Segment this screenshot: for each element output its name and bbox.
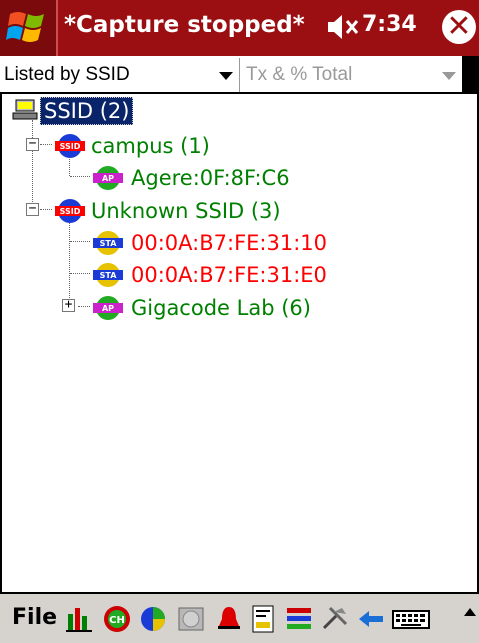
ap-icon-text: AP [102,304,114,313]
expand-toggle[interactable]: + [62,297,75,312]
ssid-icon: SSID [55,134,85,158]
keyboard-icon[interactable] [392,604,430,634]
color-bars-icon[interactable] [284,604,314,634]
minus-icon: − [28,136,37,151]
ssid-icon-text: SSID [60,207,81,216]
close-button[interactable]: ✕ [442,9,476,44]
start-button[interactable] [0,0,58,56]
disk-icon[interactable] [176,604,206,634]
channel-icon-text: CH [109,615,125,626]
title-bar: *Capture stopped* 7:34 ✕ [0,0,479,56]
filter-bar: Listed by SSID Tx & % Total [0,56,479,94]
chevron-down-icon [219,72,233,80]
access-point-icon: AP [93,296,123,320]
tree-connector [70,241,90,242]
node-label: campus (1) [91,134,210,158]
column-dropdown[interactable]: Tx & % Total [242,58,462,92]
bell-icon[interactable] [214,604,244,634]
tree-node-station[interactable]: STA 00:0A:B7:FE:31:E0 [90,259,370,291]
sta-icon-text: STA [100,239,118,248]
ssid-icon-text: SSID [60,142,81,151]
node-label: 00:0A:B7:FE:31:E0 [131,263,327,287]
node-label: 00:0A:B7:FE:31:10 [131,231,328,255]
tree-node-station[interactable]: STA 00:0A:B7:FE:31:10 [90,227,370,259]
tree-connector [70,273,90,274]
input-panel-toggle[interactable] [464,608,476,616]
station-icon: STA [93,263,123,287]
tree-node-ssid[interactable]: SSID Unknown SSID (3) [52,195,292,227]
station-icon: STA [93,231,123,255]
tree-connector [40,209,52,210]
speaker-muted-icon[interactable] [326,12,366,42]
chevron-down-icon [442,72,456,80]
tree-root-label: SSID (2) [40,97,134,125]
collapse-toggle[interactable]: − [26,201,39,216]
node-label: Unknown SSID (3) [91,199,281,223]
report-icon[interactable] [248,604,278,634]
ap-icon-text: AP [102,174,114,183]
pie-icon[interactable] [138,604,168,634]
close-icon: ✕ [446,9,472,44]
plus-icon: + [64,297,73,312]
tree-connector [69,220,70,306]
ssid-tree[interactable]: SSID (2) − SSID campus (1) AP Agere:0F:8… [0,94,479,592]
tree-root[interactable]: SSID (2) [10,96,170,128]
tools-icon[interactable] [320,604,350,634]
collapse-toggle[interactable]: − [26,136,39,151]
network-icon [12,99,38,120]
windows-logo-icon [6,12,44,42]
column-value: Tx & % Total [246,64,353,85]
bars-icon[interactable] [64,604,94,634]
node-label: Gigacode Lab (6) [131,296,311,320]
clock[interactable]: 7:34 [362,12,417,37]
combo-edge [462,56,479,94]
ssid-icon: SSID [55,199,85,223]
minus-icon: − [28,201,37,216]
access-point-icon: AP [93,166,123,190]
tree-node-ap[interactable]: AP Agere:0F:8F:C6 [90,162,310,194]
bottom-toolbar: File CH [0,592,479,643]
sta-icon-text: STA [100,271,118,280]
channel-icon[interactable]: CH [102,604,132,634]
back-arrow-icon[interactable] [356,604,386,634]
node-label: Agere:0F:8F:C6 [131,166,290,190]
tree-node-ap[interactable]: AP Gigacode Lab (6) [90,292,330,324]
window-title: *Capture stopped* [64,12,305,38]
tree-connector [78,306,90,307]
group-by-dropdown[interactable]: Listed by SSID [0,58,240,92]
tree-connector [70,176,90,177]
tree-connector [40,144,52,145]
tree-node-ssid[interactable]: SSID campus (1) [52,130,252,162]
group-by-value: Listed by SSID [4,64,130,85]
tree-connector [32,120,33,210]
file-menu[interactable]: File [12,605,57,630]
